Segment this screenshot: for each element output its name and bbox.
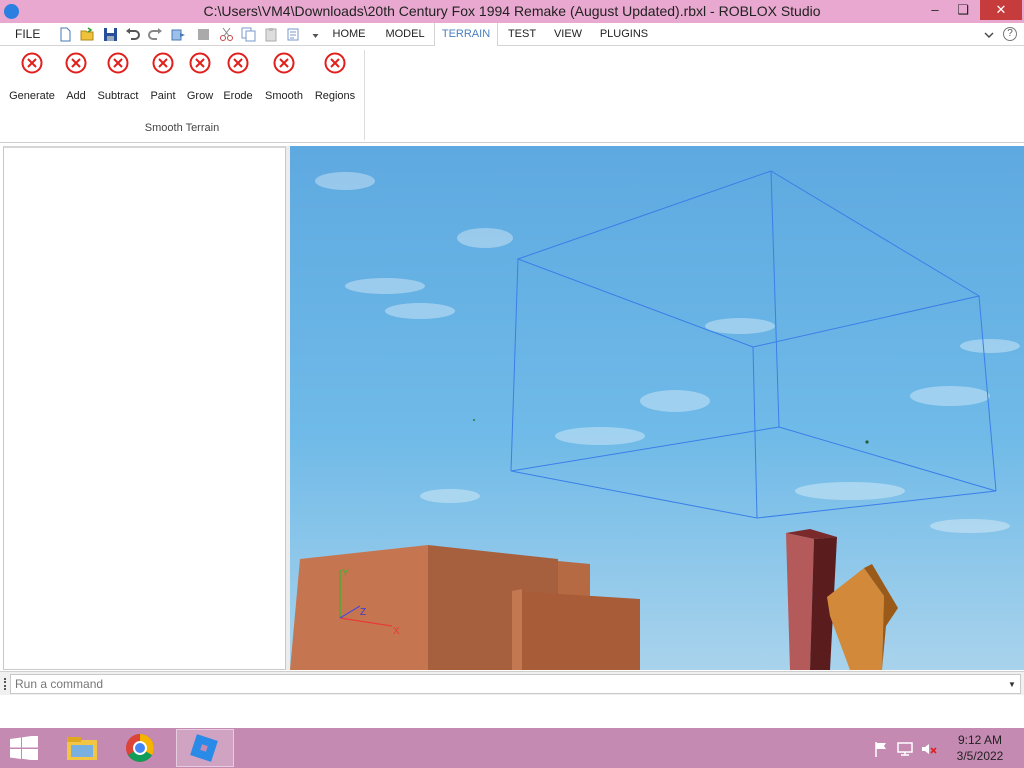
help-icon[interactable]: ? <box>1003 27 1017 41</box>
undo-icon[interactable] <box>125 27 140 42</box>
redo-icon[interactable] <box>148 27 163 42</box>
minimize-button[interactable]: – <box>920 0 950 20</box>
collapse-ribbon-icon[interactable] <box>983 28 995 40</box>
tool-label: Regions <box>314 90 356 102</box>
viewport-scene: Y Z X <box>290 146 1024 670</box>
tool-label: Paint <box>150 90 176 102</box>
ribbon-group-divider <box>364 50 365 140</box>
error-icon <box>324 52 346 74</box>
generate-button[interactable]: Generate <box>6 52 58 102</box>
3d-viewport[interactable]: Y Z X <box>290 146 1024 670</box>
clock-date[interactable]: 3/5/2022 <box>950 749 1010 763</box>
error-icon <box>273 52 295 74</box>
green-marker <box>473 419 475 421</box>
error-icon <box>21 52 43 74</box>
chrome-taskbar-icon[interactable] <box>114 729 172 767</box>
action-center-flag-icon[interactable] <box>873 741 889 757</box>
save-icon[interactable] <box>103 27 118 42</box>
publish-icon[interactable] <box>171 27 186 42</box>
add-button[interactable]: Add <box>62 52 90 102</box>
ribbon-terrain: Generate Add Subtract Paint Grow Erode S… <box>0 46 1024 143</box>
axis-x-label: X <box>393 626 400 637</box>
error-icon <box>189 52 211 74</box>
command-bar-grip[interactable] <box>4 678 6 690</box>
error-icon <box>152 52 174 74</box>
taskbar: 9:12 AM 3/5/2022 <box>0 728 1024 768</box>
tab-home[interactable]: HOME <box>326 23 372 46</box>
green-marker <box>865 440 869 444</box>
stop-icon[interactable] <box>196 27 211 42</box>
command-history-dropdown-icon[interactable]: ▼ <box>1008 680 1016 689</box>
axis-y-label: Y <box>342 568 349 579</box>
tool-label: Subtract <box>97 90 139 102</box>
axis-z-label: Z <box>360 607 366 618</box>
erode-button[interactable]: Erode <box>221 52 255 102</box>
ribbon-group-label: Smooth Terrain <box>144 122 220 134</box>
status-area <box>0 695 1024 728</box>
windows-start-icon[interactable] <box>10 735 38 761</box>
close-button[interactable]: ✕ <box>980 0 1022 20</box>
regions-button[interactable]: Regions <box>312 52 358 102</box>
open-folder-icon[interactable] <box>80 27 95 42</box>
cut-icon[interactable] <box>219 27 234 42</box>
tab-terrain[interactable]: TERRAIN <box>434 23 498 46</box>
tool-label: Erode <box>223 90 253 102</box>
maximize-button[interactable]: ❏ <box>948 0 978 20</box>
menu-bar: FILE HOME MODEL TERRAIN TEST VIEW PLUGIN… <box>0 23 1024 46</box>
customize-quick-access-icon[interactable] <box>308 27 319 42</box>
clock-time[interactable]: 9:12 AM <box>950 733 1010 747</box>
tool-label: Generate <box>9 90 55 102</box>
file-explorer-taskbar-icon[interactable] <box>53 729 111 767</box>
network-icon[interactable] <box>897 741 913 757</box>
error-icon <box>107 52 129 74</box>
roblox-studio-taskbar-icon[interactable] <box>176 729 234 767</box>
duplicate-icon[interactable] <box>287 27 302 42</box>
new-file-icon[interactable] <box>58 27 73 42</box>
subtract-button[interactable]: Subtract <box>95 52 141 102</box>
error-icon <box>227 52 249 74</box>
window-title: C:\Users\VM4\Downloads\20th Century Fox … <box>203 3 821 19</box>
volume-muted-icon[interactable] <box>921 741 937 757</box>
tool-label: Add <box>66 90 86 102</box>
tool-label: Smooth <box>265 90 303 102</box>
title-bar: C:\Users\VM4\Downloads\20th Century Fox … <box>0 0 1024 23</box>
grow-button[interactable]: Grow <box>184 52 216 102</box>
smooth-button[interactable]: Smooth <box>261 52 307 102</box>
tool-label: Grow <box>186 90 214 102</box>
tab-test[interactable]: TEST <box>503 23 541 46</box>
paste-icon[interactable] <box>264 27 279 42</box>
paint-button[interactable]: Paint <box>147 52 179 102</box>
tab-view[interactable]: VIEW <box>548 23 588 46</box>
tab-model[interactable]: MODEL <box>380 23 430 46</box>
tab-plugins[interactable]: PLUGINS <box>596 23 652 46</box>
left-dock-panel <box>3 146 286 670</box>
file-menu[interactable]: FILE <box>15 27 40 41</box>
command-bar: ▼ <box>0 671 1024 695</box>
command-input[interactable] <box>10 674 1021 694</box>
error-icon <box>65 52 87 74</box>
copy-icon[interactable] <box>241 27 256 42</box>
